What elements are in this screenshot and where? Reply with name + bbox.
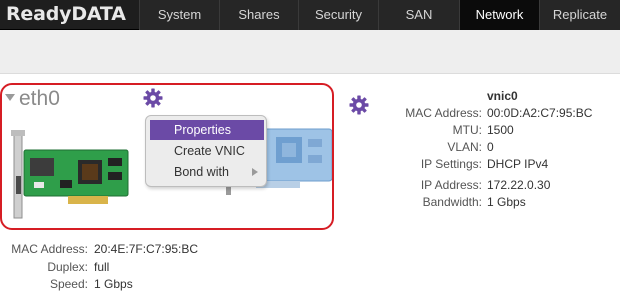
vnic-mtu-label: MTU: (452, 123, 482, 137)
vnic-mac-value: 00:0D:A2:C7:95:BC (487, 106, 593, 120)
menu-item-bond-with[interactable]: Bond with (150, 162, 264, 182)
vnic-ip-settings-label: IP Settings: (420, 157, 482, 171)
tab-security[interactable]: Security (298, 0, 378, 30)
vnic-bandwidth-value: 1 Gbps (487, 195, 526, 209)
app-logo[interactable]: ReadyDATA (6, 3, 126, 25)
menu-item-bond-with-label: Bond with (174, 165, 229, 179)
top-nav-bar: ReadyDATA System Shares Security SAN Net… (0, 0, 620, 30)
vnic-mac-label: MAC Address: (405, 106, 482, 120)
iface-speed-label: Speed: (49, 277, 88, 291)
iface-duplex-value: full (94, 260, 110, 274)
menu-item-create-vnic[interactable]: Create VNIC (150, 141, 264, 161)
vnic-ip-settings-value: DHCP IPv4 (487, 157, 549, 171)
tab-replicate[interactable]: Replicate (539, 0, 620, 30)
gear-icon[interactable] (143, 88, 163, 108)
chevron-right-icon (252, 168, 258, 176)
iface-mac-label: MAC Address: (11, 242, 88, 256)
interface-name: eth0 (19, 87, 60, 110)
tab-san[interactable]: SAN (378, 0, 459, 30)
tab-shares[interactable]: Shares (219, 0, 298, 30)
vnic-bandwidth-label: Bandwidth: (422, 195, 482, 209)
vnic-ip-address-label: IP Address: (420, 178, 482, 192)
vnic-vlan-label: VLAN: (447, 140, 482, 154)
iface-duplex-label: Duplex: (47, 260, 88, 274)
toolbar-area (0, 30, 620, 74)
vnic-ip-address-value: 172.22.0.30 (487, 178, 551, 192)
tab-network[interactable]: Network (459, 0, 539, 30)
vnic-title: vnic0 (487, 89, 518, 103)
context-menu: Properties Create VNIC Bond with (145, 115, 267, 187)
iface-speed-value: 1 Gbps (94, 277, 133, 291)
caret-down-icon[interactable] (5, 94, 15, 101)
tab-system[interactable]: System (139, 0, 219, 30)
iface-mac-value: 20:4E:7F:C7:95:BC (94, 242, 199, 256)
vnic-mtu-value: 1500 (487, 123, 514, 137)
vnic-vlan-value: 0 (487, 140, 494, 154)
menu-item-properties[interactable]: Properties (150, 120, 264, 140)
network-card-icon (11, 130, 129, 219)
gear-icon[interactable] (349, 95, 369, 115)
